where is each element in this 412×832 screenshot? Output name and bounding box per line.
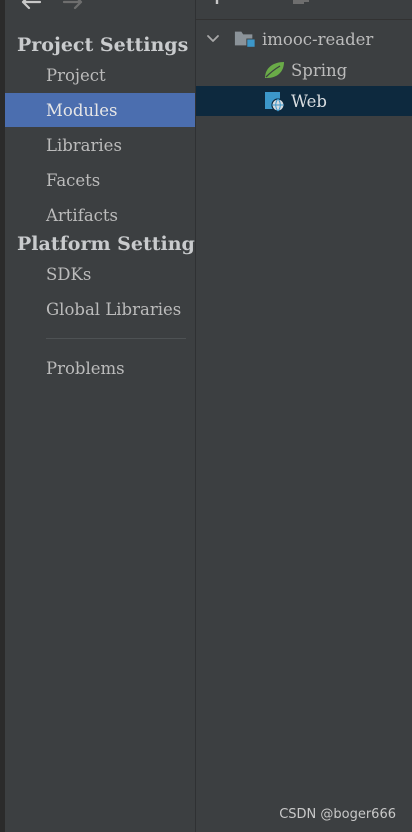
platform-settings-heading: Platform Settings [17, 233, 206, 255]
sidebar-item-global-libraries[interactable]: Global Libraries [5, 292, 195, 326]
sidebar-item-label: Project [46, 65, 106, 85]
sidebar-item-sdks[interactable]: SDKs [5, 257, 195, 291]
modules-tree-panel: imooc-reader Spring Web CSDN @boger666 [196, 0, 412, 832]
sidebar-item-label: SDKs [46, 264, 92, 284]
toolbar-separator [196, 19, 412, 20]
minus-icon[interactable] [251, 0, 269, 6]
web-label: Web [291, 91, 327, 111]
sidebar-separator [46, 338, 186, 339]
tree-row-module[interactable]: imooc-reader [196, 24, 412, 54]
module-folder-icon [234, 28, 256, 50]
sidebar-item-artifacts[interactable]: Artifacts [5, 198, 195, 232]
watermark: CSDN @boger666 [279, 807, 396, 822]
chevron-down-icon[interactable] [204, 30, 222, 48]
sidebar-item-label: Modules [46, 100, 118, 120]
sidebar-item-label: Libraries [46, 135, 122, 155]
sidebar-item-label: Facets [46, 170, 101, 190]
plus-icon[interactable] [208, 0, 226, 6]
tree-row-spring[interactable]: Spring [196, 55, 412, 85]
module-label: imooc-reader [262, 29, 374, 49]
project-settings-heading: Project Settings [17, 34, 189, 56]
spring-leaf-icon [263, 59, 285, 81]
sidebar-item-label: Artifacts [46, 205, 118, 225]
arrow-right-icon[interactable] [61, 0, 85, 12]
settings-sidebar: Project Settings Project Modules Librari… [5, 0, 206, 832]
sidebar-item-label: Global Libraries [46, 299, 182, 319]
copy-icon[interactable] [292, 0, 310, 6]
project-structure-window: Project Settings Project Modules Librari… [0, 0, 412, 832]
tree-row-web[interactable]: Web [196, 86, 412, 116]
web-facet-icon [263, 90, 285, 112]
sidebar-item-modules[interactable]: Modules [5, 93, 195, 127]
arrow-left-icon[interactable] [19, 0, 43, 12]
sidebar-item-project[interactable]: Project [5, 58, 195, 92]
sidebar-item-problems[interactable]: Problems [5, 351, 195, 385]
sidebar-item-facets[interactable]: Facets [5, 163, 195, 197]
sidebar-item-libraries[interactable]: Libraries [5, 128, 195, 162]
spring-label: Spring [291, 60, 348, 80]
sidebar-item-label: Problems [46, 358, 125, 378]
